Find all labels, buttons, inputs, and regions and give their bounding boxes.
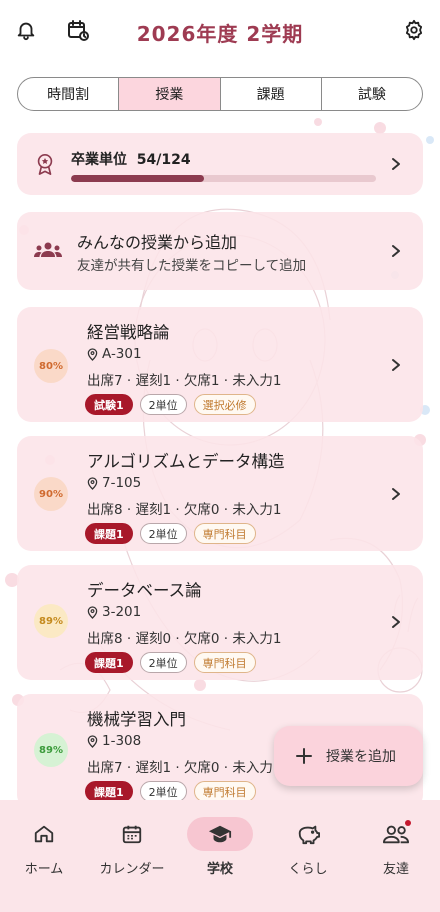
calendar-icon (99, 817, 165, 851)
course-room: A-301 (87, 346, 142, 362)
attendance-rate-badge: 89% (34, 733, 68, 767)
course-attendance: 出席7 · 遅刻1 · 欠席0 · 未入力1 (87, 760, 282, 776)
add-class-label: 授業を追加 (326, 749, 396, 765)
nav-friends-label: 友達 (382, 862, 409, 877)
nav-life-label: くらし (288, 862, 328, 877)
chevron-right-icon (392, 158, 400, 170)
group-icon (34, 240, 62, 264)
location-pin-icon (87, 347, 98, 361)
attendance-rate-badge: 89% (34, 604, 68, 638)
chevron-right-icon (392, 245, 400, 257)
credit-tag: 2単位 (139, 394, 187, 415)
course-name: アルゴリズムとデータ構造 (87, 452, 285, 471)
assignment-count-tag: 課題1 (85, 652, 133, 673)
plus-icon (296, 748, 312, 764)
nav-life[interactable]: くらし (264, 817, 352, 877)
credit-tag: 2単位 (139, 781, 187, 802)
graduation-credits-card[interactable]: 卒業単位 54/124 (17, 133, 423, 195)
course-tags: 試験1 2単位 選択必修 (85, 394, 256, 415)
course-room-text: 3-201 (102, 604, 142, 620)
graduation-cap-icon (187, 817, 253, 851)
chevron-right-icon (392, 359, 400, 371)
course-name: データベース論 (87, 581, 202, 600)
tab-exams[interactable]: 試験 (322, 78, 422, 110)
assignment-count-tag: 課題1 (85, 523, 133, 544)
course-tags: 課題1 2単位 専門科目 (85, 523, 256, 544)
course-room-text: 1-308 (102, 733, 142, 749)
attendance-rate-badge: 90% (34, 477, 68, 511)
tab-assignments[interactable]: 課題 (221, 78, 322, 110)
tab-timetable[interactable]: 時間割 (18, 78, 120, 110)
course-room: 3-201 (87, 604, 141, 620)
course-name: 機械学習入門 (87, 710, 186, 729)
nav-calendar-label: カレンダー (99, 862, 165, 877)
add-from-friends-title: みんなの授業から追加 (77, 233, 238, 252)
course-name: 経営戦略論 (87, 323, 170, 342)
location-pin-icon (87, 734, 98, 748)
course-card[interactable]: 80% 経営戦略論 A-301 出席7 · 遅刻1 · 欠席1 · 未入力1 試… (17, 307, 423, 422)
home-icon (11, 817, 77, 851)
course-room-text: A-301 (102, 346, 142, 362)
category-tag: 専門科目 (193, 523, 256, 544)
piggy-bank-icon (275, 817, 341, 851)
credits-progress-fill (71, 175, 204, 182)
exam-count-tag: 試験1 (85, 394, 133, 415)
nav-school[interactable]: 学校 (176, 817, 264, 877)
course-card[interactable]: 90% アルゴリズムとデータ構造 7-105 出席8 · 遅刻1 · 欠席0 ·… (17, 436, 423, 551)
tab-classes[interactable]: 授業 (119, 78, 221, 110)
location-pin-icon (87, 476, 98, 490)
course-card[interactable]: 89% データベース論 3-201 出席8 · 遅刻0 · 欠席0 · 未入力1… (17, 565, 423, 680)
add-from-friends-card[interactable]: みんなの授業から追加 友達が共有した授業をコピーして追加 (17, 212, 423, 290)
course-attendance: 出席8 · 遅刻0 · 欠席0 · 未入力1 (87, 631, 282, 647)
friends-icon (363, 817, 429, 851)
course-attendance: 出席8 · 遅刻1 · 欠席0 · 未入力1 (87, 502, 282, 518)
credit-tag: 2単位 (139, 523, 187, 544)
course-room-text: 7-105 (102, 475, 142, 491)
category-tag: 選択必修 (193, 394, 256, 415)
page-title: 2026年度 2学期 (136, 22, 304, 46)
add-from-friends-subtitle: 友達が共有した授業をコピーして追加 (77, 258, 307, 274)
location-pin-icon (87, 605, 98, 619)
view-tabs: 時間割 授業 課題 試験 (17, 77, 423, 111)
bottom-navigation: ホーム カレンダー 学校 くらし 友達 (0, 800, 440, 912)
credits-progress-bar (71, 175, 376, 182)
credits-value: 54/124 (136, 152, 191, 168)
attendance-rate-badge: 80% (34, 349, 68, 383)
nav-friends[interactable]: 友達 (352, 817, 440, 877)
chevron-right-icon (392, 616, 400, 628)
top-bar: 2026年度 2学期 (0, 0, 440, 62)
category-tag: 専門科目 (193, 781, 256, 802)
course-attendance: 出席7 · 遅刻1 · 欠席1 · 未入力1 (87, 373, 282, 389)
credits-label: 卒業単位 (71, 152, 127, 168)
credit-tag: 2単位 (139, 652, 187, 673)
course-tags: 課題1 2単位 専門科目 (85, 652, 256, 673)
nav-home-label: ホーム (24, 862, 64, 877)
nav-school-label: 学校 (206, 862, 233, 877)
gear-icon[interactable] (401, 17, 427, 43)
category-tag: 専門科目 (193, 652, 256, 673)
chevron-right-icon (392, 488, 400, 500)
add-class-button[interactable]: 授業を追加 (274, 726, 423, 786)
course-room: 1-308 (87, 733, 141, 749)
assignment-count-tag: 課題1 (85, 781, 133, 802)
nav-calendar[interactable]: カレンダー (88, 817, 176, 877)
award-medal-icon (34, 152, 56, 180)
course-tags: 課題1 2単位 専門科目 (85, 781, 256, 802)
notification-dot (405, 820, 411, 826)
nav-home[interactable]: ホーム (0, 817, 88, 877)
course-room: 7-105 (87, 475, 141, 491)
credits-title: 卒業単位 54/124 (71, 149, 191, 169)
